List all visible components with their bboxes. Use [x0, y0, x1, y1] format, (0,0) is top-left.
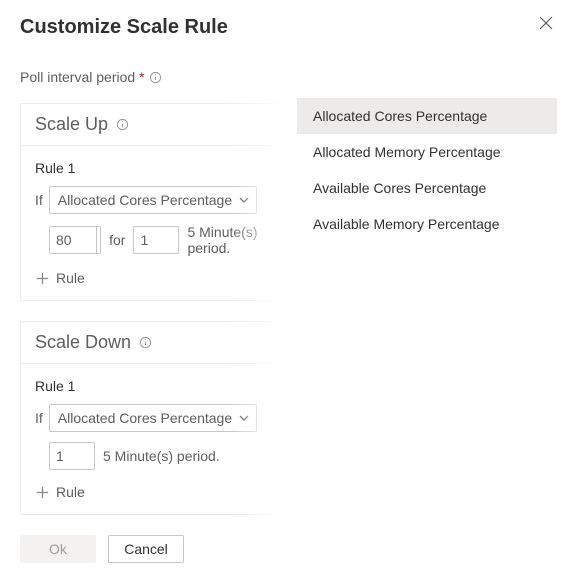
plus-icon: [35, 485, 50, 500]
scale-down-duration-input[interactable]: [49, 442, 95, 470]
plus-icon: [35, 271, 50, 286]
info-icon[interactable]: [139, 336, 152, 349]
scale-down-rule-label: Rule 1: [35, 378, 265, 394]
dropdown-option[interactable]: Allocated Memory Percentage: [297, 134, 557, 170]
dropdown-option[interactable]: Available Cores Percentage: [297, 170, 557, 206]
close-button[interactable]: [539, 16, 553, 33]
add-rule-label: Rule: [56, 484, 85, 500]
period-text: 5 Minute(s) period.: [187, 224, 265, 256]
scale-down-add-rule[interactable]: Rule: [35, 484, 265, 500]
scale-up-title: Scale Up: [35, 114, 108, 135]
if-text: If: [35, 192, 43, 208]
cancel-button[interactable]: Cancel: [108, 535, 184, 563]
scale-up-duration-input[interactable]: [133, 226, 179, 254]
scale-down-metric-select[interactable]: Allocated Cores Percentage: [49, 404, 257, 432]
ok-button[interactable]: Ok: [20, 535, 96, 563]
select-value: Allocated Cores Percentage: [58, 410, 232, 426]
dropdown-option[interactable]: Available Memory Percentage: [297, 206, 557, 242]
scale-down-title: Scale Down: [35, 332, 131, 353]
if-text: If: [35, 410, 43, 426]
percent-suffix: %: [96, 227, 101, 253]
scale-up-add-rule[interactable]: Rule: [35, 270, 265, 286]
scale-up-threshold-input[interactable]: [50, 227, 96, 253]
metric-dropdown-list: Allocated Cores Percentage Allocated Mem…: [297, 98, 557, 242]
info-icon[interactable]: [149, 71, 162, 84]
dropdown-option[interactable]: Allocated Cores Percentage: [297, 98, 557, 134]
dialog-title: Customize Scale Rule: [20, 16, 280, 39]
required-indicator: *: [139, 69, 144, 85]
select-value: Allocated Cores Percentage: [58, 192, 232, 208]
poll-interval-field: Poll interval period *: [20, 69, 280, 85]
chevron-down-icon: [238, 194, 250, 206]
for-text: for: [109, 232, 125, 248]
period-text: 5 Minute(s) period.: [103, 448, 220, 464]
scale-down-section: Scale Down Rule 1 If Allocated Cores Per…: [20, 321, 280, 515]
poll-label: Poll interval period: [20, 69, 135, 85]
threshold-input-wrap: %: [49, 226, 101, 254]
info-icon[interactable]: [116, 118, 129, 131]
scale-up-section: Scale Up Rule 1 If Allocated Cores Perce…: [20, 103, 280, 301]
add-rule-label: Rule: [56, 270, 85, 286]
scale-up-metric-select[interactable]: Allocated Cores Percentage: [49, 186, 257, 214]
scale-up-rule-label: Rule 1: [35, 160, 265, 176]
chevron-down-icon: [238, 412, 250, 424]
